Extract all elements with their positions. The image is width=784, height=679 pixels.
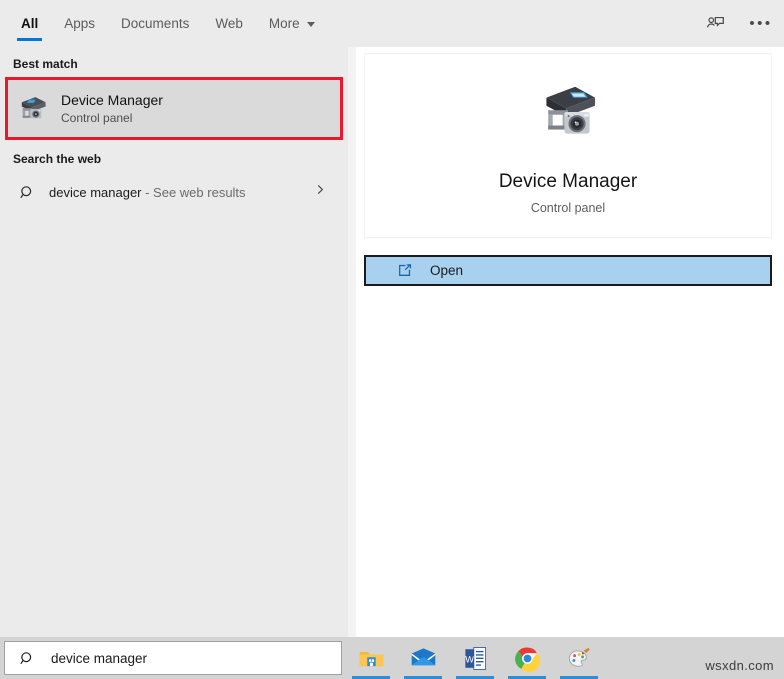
- search-results-body: Best match Device Manager Control panel …: [0, 47, 784, 637]
- chevron-right-icon[interactable]: [313, 183, 327, 202]
- web-result-suffix: - See web results: [141, 184, 246, 200]
- tabbar-actions: •••: [702, 0, 774, 47]
- ellipsis-glyph: •••: [749, 15, 773, 32]
- chevron-down-icon: [306, 22, 315, 27]
- tab-documents-label: Documents: [121, 16, 190, 31]
- tab-apps[interactable]: Apps: [51, 0, 108, 47]
- best-match-result[interactable]: Device Manager Control panel: [5, 77, 343, 140]
- tab-all-label: All: [21, 16, 39, 31]
- tab-all[interactable]: All: [8, 0, 51, 47]
- panel-divider: [348, 47, 356, 637]
- taskbar-item-chrome[interactable]: [508, 637, 546, 679]
- web-result-label: device manager - See web results: [49, 185, 246, 200]
- search-input-value: device manager: [51, 650, 148, 666]
- web-result-query: device manager: [49, 184, 142, 200]
- device-manager-icon: [532, 76, 604, 153]
- preview-subtitle: Control panel: [530, 201, 606, 215]
- device-manager-icon: [14, 91, 50, 127]
- taskbar-items: W: [352, 637, 598, 679]
- search-icon: [17, 648, 37, 668]
- best-match-subtitle: Control panel: [61, 111, 133, 125]
- tab-more-label: More: [268, 16, 300, 31]
- web-result-row[interactable]: device manager - See web results: [5, 172, 343, 212]
- tab-more[interactable]: More: [256, 0, 328, 47]
- preview-card: Device Manager Control panel: [364, 53, 772, 238]
- taskbar-item-file-explorer[interactable]: [352, 637, 390, 679]
- watermark: wsxdn.com: [705, 658, 774, 673]
- open-button-label: Open: [430, 263, 464, 278]
- tab-web-label: Web: [215, 16, 243, 31]
- windows-search-flyout: All Apps Documents Web More ••• Best mat…: [0, 0, 784, 637]
- taskbar-item-word[interactable]: W: [456, 637, 494, 679]
- open-button[interactable]: Open: [364, 255, 772, 286]
- preview-panel: Device Manager Control panel Open: [356, 47, 784, 637]
- search-icon: [16, 181, 38, 203]
- ellipsis-icon[interactable]: •••: [748, 11, 774, 37]
- search-web-heading: Search the web: [13, 152, 102, 166]
- best-match-heading: Best match: [13, 57, 78, 71]
- search-flyout-screen: All Apps Documents Web More ••• Best mat…: [0, 0, 784, 679]
- svg-text:W: W: [465, 654, 474, 664]
- best-match-title: Device Manager: [61, 92, 163, 108]
- results-list-panel: Best match Device Manager Control panel …: [0, 47, 348, 637]
- taskbar-item-paint[interactable]: [560, 637, 598, 679]
- tab-web[interactable]: Web: [202, 0, 256, 47]
- best-match-container: Device Manager Control panel: [5, 77, 343, 140]
- tab-documents[interactable]: Documents: [108, 0, 202, 47]
- open-external-icon: [394, 261, 414, 281]
- taskbar-search-box[interactable]: device manager: [4, 641, 342, 675]
- best-match-text: Device Manager Control panel: [61, 92, 163, 125]
- preview-title: Device Manager: [498, 171, 638, 192]
- tab-apps-label: Apps: [64, 16, 96, 31]
- search-tabbar: All Apps Documents Web More •••: [0, 0, 784, 47]
- taskbar-item-mail[interactable]: [404, 637, 442, 679]
- person-feedback-icon[interactable]: [702, 11, 728, 37]
